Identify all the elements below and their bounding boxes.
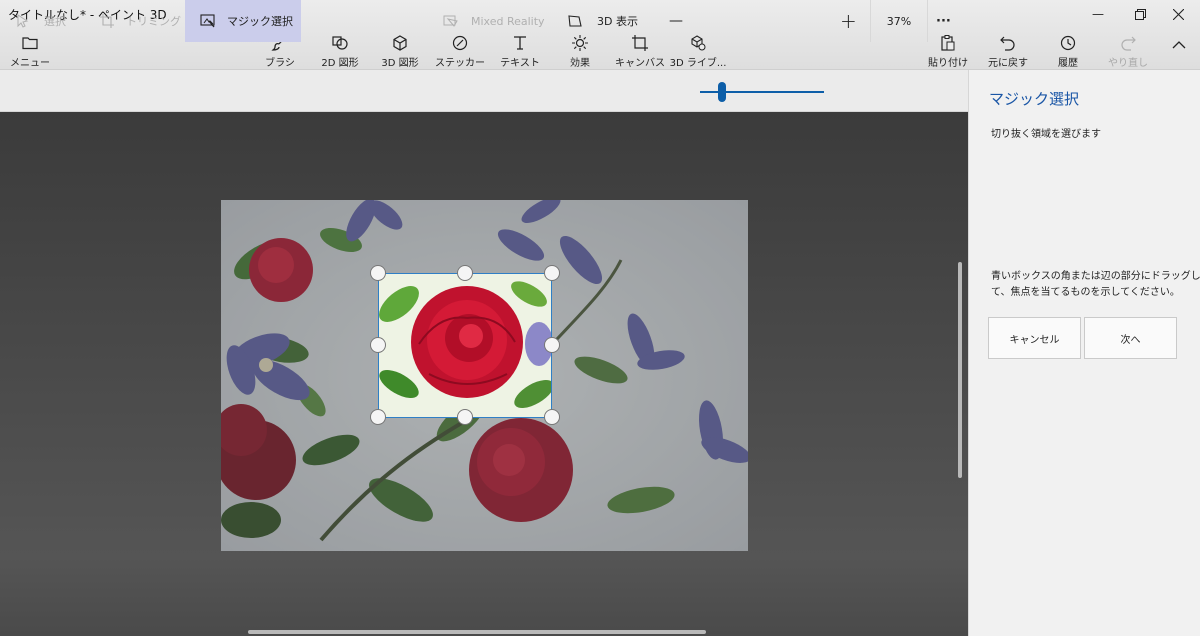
more-icon: ··· <box>936 13 951 29</box>
tool-2d-shapes[interactable]: 2D 図形 <box>308 34 372 69</box>
selected-rose-image <box>379 274 551 417</box>
view-3d-button[interactable]: 3D 表示 <box>566 0 638 42</box>
close-icon <box>1172 8 1184 20</box>
view-3d-icon <box>566 12 584 30</box>
mixed-reality-button[interactable]: Mixed Reality <box>442 0 545 42</box>
magic-select-icon <box>199 12 217 30</box>
chevron-up-icon <box>1172 41 1186 49</box>
minus-icon: — <box>669 13 683 29</box>
tool-brush-label: ブラシ <box>265 58 295 69</box>
magic-selection-box[interactable] <box>378 273 552 418</box>
cancel-button[interactable]: キャンセル <box>988 317 1081 359</box>
redo-icon <box>1121 36 1136 51</box>
minimize-icon: — <box>1092 7 1104 21</box>
zoom-out-button[interactable]: — <box>669 0 683 42</box>
collapse-toolbar-button[interactable] <box>1164 40 1194 53</box>
selection-handle-bottom-right[interactable] <box>544 409 560 425</box>
panel-hint: 青いボックスの角または辺の部分にドラッグして、焦点を当てるものを示してください。 <box>991 271 1200 298</box>
paste-label: 貼り付け <box>928 58 968 69</box>
panel-title: マジック選択 <box>989 90 1080 108</box>
selection-handle-top[interactable] <box>457 265 473 281</box>
zoom-in-button[interactable]: + <box>840 0 857 42</box>
next-label: 次へ <box>1120 334 1141 346</box>
horizontal-scrollbar[interactable] <box>248 630 706 634</box>
selection-handle-bottom[interactable] <box>457 409 473 425</box>
more-options-button[interactable]: ··· <box>936 0 951 42</box>
2d-shapes-icon <box>332 36 348 50</box>
cancel-label: キャンセル <box>1009 334 1060 346</box>
undo-button[interactable]: 元に戻す <box>976 34 1040 69</box>
selection-handle-top-right[interactable] <box>544 265 560 281</box>
plus-icon: + <box>840 9 857 33</box>
history-label: 履歴 <box>1058 58 1078 69</box>
tool-2d-shapes-label: 2D 図形 <box>321 58 359 69</box>
tool-effects-label: 効果 <box>570 58 590 69</box>
magic-select-panel: マジック選択 切り抜く領域を選びます 青いボックスの角または辺の部分にドラッグし… <box>968 70 1200 636</box>
select-label: 選択 <box>44 15 66 28</box>
tool-3d-shapes-label: 3D 図形 <box>381 58 419 69</box>
zoom-percent[interactable]: 37% <box>870 0 928 42</box>
close-button[interactable] <box>1156 0 1200 28</box>
3d-shapes-icon <box>393 35 407 51</box>
tool-text-label: テキスト <box>500 58 540 69</box>
restore-icon <box>1134 8 1146 20</box>
undo-label: 元に戻す <box>988 58 1028 69</box>
view-3d-label: 3D 表示 <box>597 15 638 28</box>
selection-handle-right[interactable] <box>544 337 560 353</box>
3d-library-icon <box>691 35 706 51</box>
panel-subtitle: 切り抜く領域を選びます <box>991 129 1101 140</box>
undo-icon <box>1000 36 1015 51</box>
selection-handle-bottom-left[interactable] <box>370 409 386 425</box>
redo-button[interactable]: やり直し <box>1096 34 1160 69</box>
history-button[interactable]: 履歴 <box>1036 34 1100 69</box>
menu-label: メニュー <box>10 58 50 69</box>
selection-handle-top-left[interactable] <box>370 265 386 281</box>
history-icon <box>1060 35 1076 51</box>
selection-handle-left[interactable] <box>370 337 386 353</box>
select-tool[interactable]: 選択 <box>14 0 66 42</box>
zoom-slider-thumb[interactable] <box>718 82 726 102</box>
crop-icon <box>98 12 116 30</box>
cursor-icon <box>14 12 32 30</box>
vertical-scrollbar[interactable] <box>958 262 962 478</box>
mixed-reality-icon <box>442 12 460 30</box>
next-button[interactable]: 次へ <box>1084 317 1177 359</box>
mixed-reality-label: Mixed Reality <box>471 14 545 28</box>
tool-canvas-label: キャンバス <box>615 58 665 69</box>
trim-tool[interactable]: トリミング <box>98 0 181 42</box>
trim-label: トリミング <box>126 15 181 28</box>
tool-stickers-label: ステッカー <box>435 58 485 69</box>
minimize-button[interactable]: — <box>1076 0 1120 28</box>
magic-select-tool[interactable]: マジック選択 <box>185 0 301 42</box>
tool-3d-shapes[interactable]: 3D 図形 <box>368 34 432 69</box>
tool-3d-library-label: 3D ライブ... <box>669 58 727 69</box>
magic-select-label: マジック選択 <box>227 15 293 28</box>
zoom-percent-value: 37% <box>886 14 912 28</box>
redo-label: やり直し <box>1108 58 1148 69</box>
